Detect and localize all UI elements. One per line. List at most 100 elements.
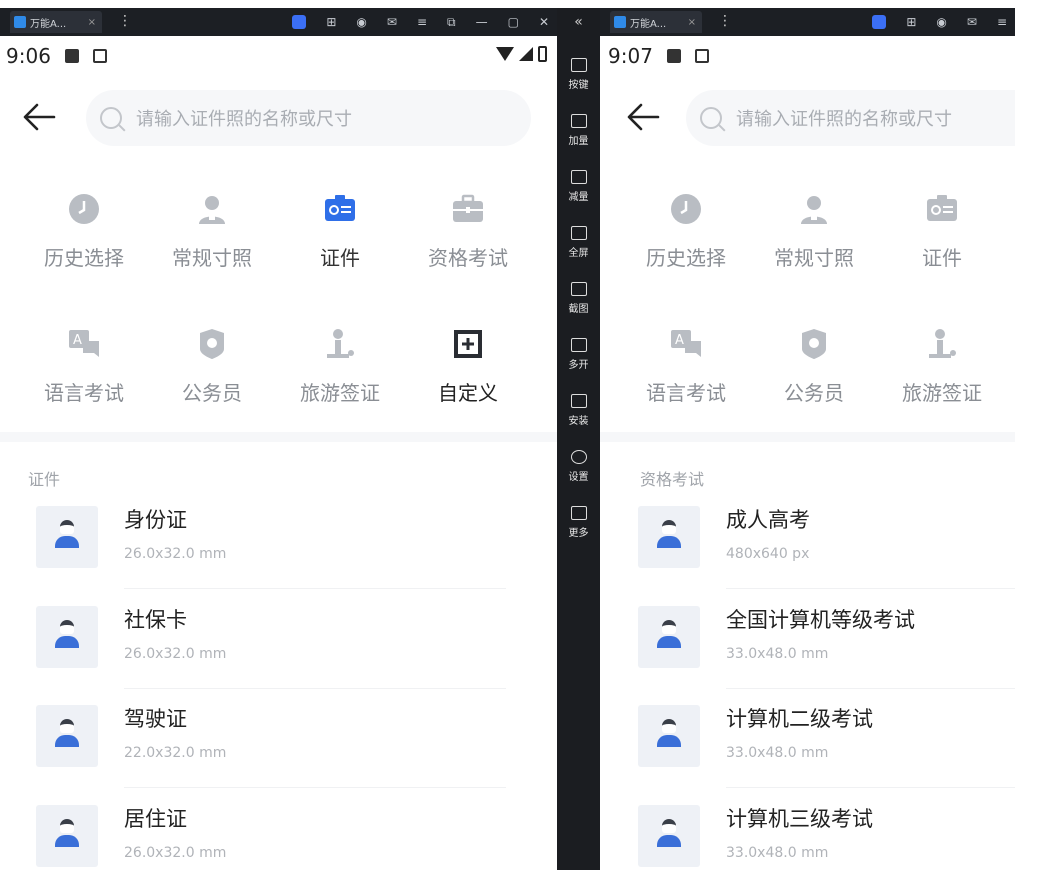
id-photo-thumbnail — [638, 606, 700, 668]
more-button[interactable]: 更多 — [557, 500, 600, 556]
category-travel-visa[interactable]: 旅游签证 — [276, 315, 404, 425]
speech-bubble-icon: A — [671, 330, 701, 357]
shield-icon — [802, 329, 826, 359]
item-size: 26.0x32.0 mm — [124, 646, 227, 662]
tab-close-icon[interactable]: × — [88, 17, 96, 28]
list-item[interactable]: 全国计算机等级考试 33.0x48.0 mm — [638, 606, 1015, 706]
signal-icon — [519, 47, 533, 61]
screenshot-button[interactable]: 截图 — [557, 276, 600, 332]
item-name: 计算机二级考试 — [726, 707, 873, 731]
search-input[interactable]: 请输入证件照的名称或尺寸 — [686, 90, 1015, 146]
list-item[interactable]: 身份证 26.0x32.0 mm — [36, 506, 506, 606]
category-id[interactable]: 证件 — [878, 180, 1006, 290]
category-history[interactable]: 历史选择 — [20, 180, 148, 290]
speech-bubble-icon: A — [69, 330, 99, 357]
gallery-notification-icon — [64, 49, 79, 63]
volume-up-button[interactable]: 加量 — [557, 108, 600, 164]
list-item[interactable]: 计算机二级考试 33.0x48.0 mm — [638, 705, 1015, 805]
emulator-titlebar: 万能A... × ⋮ ⊞ ◉ ✉ ≡ — [600, 8, 1015, 36]
category-label: 常规寸照 — [172, 246, 252, 270]
maximize-button[interactable]: ▢ — [508, 15, 519, 29]
install-button[interactable]: 安装 — [557, 388, 600, 444]
category-label: 公务员 — [784, 381, 844, 405]
menu-dots-icon[interactable]: ⋮ — [718, 12, 732, 30]
clock-icon — [671, 194, 701, 224]
back-arrow-icon[interactable] — [22, 102, 56, 132]
item-name: 计算机三级考试 — [726, 807, 873, 831]
category-travel-visa[interactable]: 旅游签证 — [878, 315, 1006, 425]
account-icon[interactable]: ◉ — [356, 15, 366, 29]
emulator-tab[interactable]: 万能A... × — [10, 11, 102, 33]
category-history[interactable]: 历史选择 — [622, 180, 750, 290]
install-icon — [570, 394, 587, 408]
more-icon — [570, 506, 587, 520]
hamburger-icon[interactable]: ≡ — [997, 15, 1007, 29]
category-qualification[interactable]: 资格考试 — [404, 180, 532, 290]
mail-icon[interactable]: ✉ — [387, 15, 397, 29]
status-time: 9:07 — [608, 44, 653, 68]
close-button[interactable]: ✕ — [539, 15, 549, 29]
account-icon[interactable]: ◉ — [936, 15, 946, 29]
gamepad-icon[interactable]: ⊞ — [906, 15, 916, 29]
accelerator-icon[interactable] — [872, 15, 887, 29]
category-label: 自定义 — [438, 381, 498, 405]
keyboard-button[interactable]: 按键 — [557, 52, 600, 108]
category-civil-servant[interactable]: 公务员 — [750, 315, 878, 425]
item-separator — [124, 588, 506, 589]
category-civil-servant[interactable]: 公务员 — [148, 315, 276, 425]
titlebar-controls: ⊞ ◉ ✉ ≡ — [872, 8, 1007, 36]
mail-icon[interactable]: ✉ — [967, 15, 977, 29]
svg-text:A: A — [675, 333, 684, 348]
id-photo-thumbnail — [638, 805, 700, 867]
multi-window-icon — [570, 338, 587, 352]
emulator-tab[interactable]: 万能A... × — [610, 11, 702, 33]
category-id[interactable]: 证件 — [276, 180, 404, 290]
item-name: 社保卡 — [124, 608, 187, 632]
item-name: 居住证 — [124, 807, 187, 831]
back-arrow-icon[interactable] — [626, 102, 660, 132]
item-size: 33.0x48.0 mm — [726, 646, 829, 662]
category-label: 常规寸照 — [774, 246, 854, 270]
category-regular-photo[interactable]: 常规寸照 — [750, 180, 878, 290]
volume-down-button[interactable]: 减量 — [557, 164, 600, 220]
tab-close-icon[interactable]: × — [688, 17, 696, 28]
status-bar: 9:06 — [0, 36, 557, 76]
emulator-toolbar: « 按键 加量 减量 全屏 截图 多开 安装 设置 更多 — [557, 8, 600, 870]
collapse-toolbar-icon[interactable]: « — [557, 8, 600, 36]
settings-button[interactable]: 设置 — [557, 444, 600, 500]
category-custom[interactable]: 自定义 — [404, 315, 532, 425]
svg-text:A: A — [73, 333, 82, 348]
list-item[interactable]: 居住证 26.0x32.0 mm — [36, 805, 506, 870]
restore-icon[interactable]: ⧉ — [447, 15, 456, 30]
category-label: 历史选择 — [44, 246, 124, 270]
toolbar-label: 按键 — [568, 80, 589, 91]
id-photo-thumbnail — [638, 705, 700, 767]
volume-down-icon — [570, 170, 587, 184]
category-regular-photo[interactable]: 常规寸照 — [148, 180, 276, 290]
app-notification-icon — [92, 49, 107, 63]
list-item[interactable]: 成人高考 480x640 px — [638, 506, 1015, 606]
search-placeholder: 请输入证件照的名称或尺寸 — [736, 109, 952, 130]
list-item[interactable]: 驾驶证 22.0x32.0 mm — [36, 705, 506, 805]
menu-dots-icon[interactable]: ⋮ — [118, 12, 132, 30]
multi-instance-button[interactable]: 多开 — [557, 332, 600, 388]
toolbar-label: 多开 — [568, 360, 589, 371]
list-item[interactable]: 社保卡 26.0x32.0 mm — [36, 606, 506, 706]
app-notification-icon — [694, 49, 709, 63]
minimize-button[interactable]: — — [476, 15, 488, 29]
id-photo-thumbnail — [36, 606, 98, 668]
item-size: 26.0x32.0 mm — [124, 845, 227, 861]
toolbar-label: 更多 — [568, 528, 589, 539]
search-input[interactable]: 请输入证件照的名称或尺寸 — [86, 90, 531, 146]
item-size: 33.0x48.0 mm — [726, 845, 829, 861]
accelerator-icon[interactable] — [292, 15, 307, 29]
category-language[interactable]: A 语言考试 — [20, 315, 148, 425]
gamepad-icon[interactable]: ⊞ — [326, 15, 336, 29]
category-language[interactable]: A 语言考试 — [622, 315, 750, 425]
item-separator — [726, 787, 1015, 788]
fullscreen-button[interactable]: 全屏 — [557, 220, 600, 276]
list-item[interactable]: 计算机三级考试 33.0x48.0 mm — [638, 805, 1015, 870]
app-icon — [614, 16, 626, 28]
category-label: 公务员 — [182, 381, 242, 405]
hamburger-icon[interactable]: ≡ — [417, 15, 427, 29]
